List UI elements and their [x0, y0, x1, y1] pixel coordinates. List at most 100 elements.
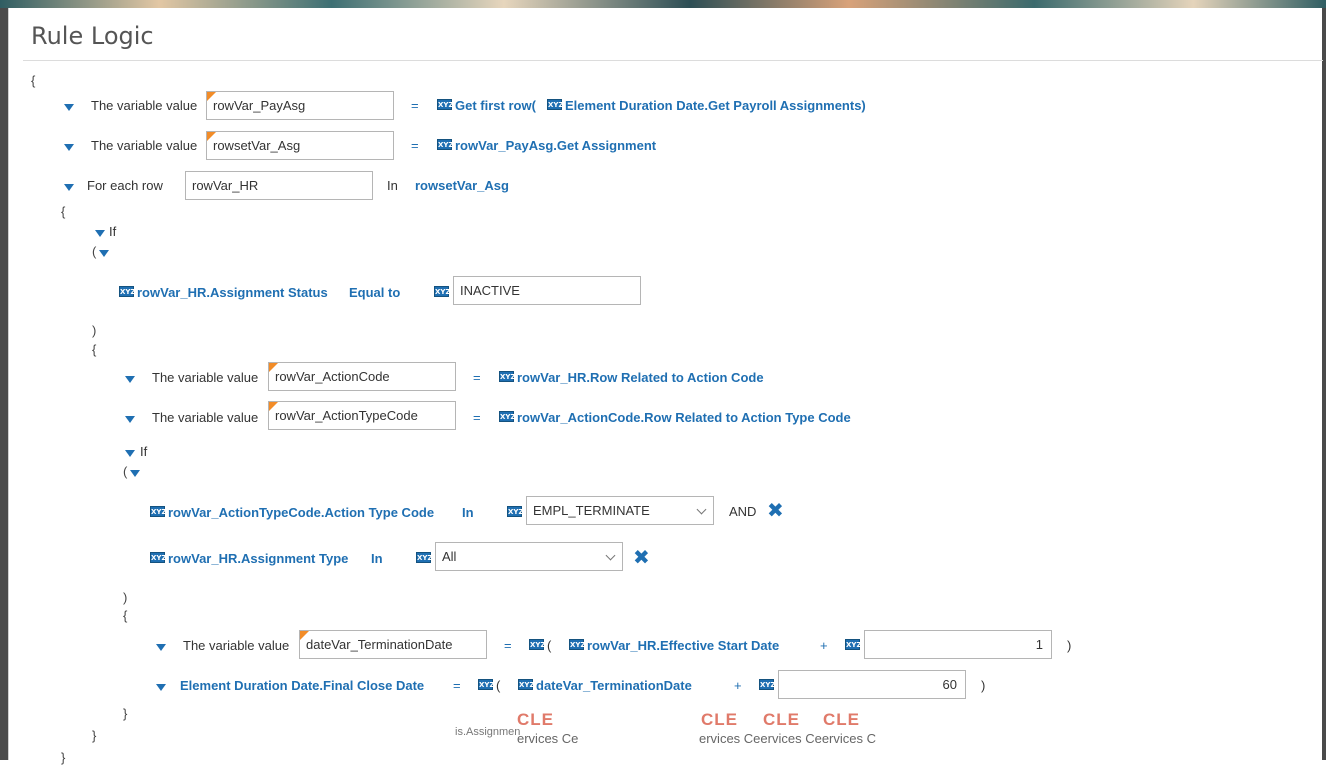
page-title: Rule Logic: [31, 22, 154, 50]
xyz-expression-icon[interactable]: XYZ: [437, 139, 454, 150]
xyz-expression-icon[interactable]: XYZ: [569, 639, 586, 650]
expression-link-r2[interactable]: rowVar_PayAsg.Get Assignment: [455, 138, 656, 153]
xyz-expression-icon[interactable]: XYZ: [150, 506, 167, 517]
collapse-toggle-r6[interactable]: [156, 684, 166, 691]
rule-logic-panel: Rule Logic { The variable value rowVar_P…: [8, 8, 1323, 765]
collapse-toggle-r2[interactable]: [64, 144, 74, 151]
collapse-toggle-if2-cond[interactable]: [130, 470, 140, 477]
watermark-logo: CLE: [763, 710, 800, 729]
xyz-expression-icon[interactable]: XYZ: [437, 99, 454, 110]
condition-lhs-link-if1[interactable]: rowVar_HR.Assignment Status: [137, 285, 328, 300]
remove-condition-icon[interactable]: ✖: [633, 548, 650, 568]
variable-value-label: The variable value: [152, 370, 259, 385]
loop-open-brace: {: [61, 204, 66, 219]
window-frame-left: [0, 0, 8, 760]
expression-link-r1b[interactable]: Element Duration Date.Get Payroll Assign…: [565, 98, 866, 113]
xyz-expression-icon[interactable]: XYZ: [518, 679, 535, 690]
expression-link-r5[interactable]: rowVar_HR.Effective Start Date: [587, 638, 779, 653]
window-frame-right: [1322, 0, 1326, 760]
if-label: If: [140, 444, 148, 459]
if2-open-brace: {: [123, 608, 128, 623]
variable-name-field-r1[interactable]: rowVar_PayAsg: [206, 91, 394, 120]
xyz-expression-icon[interactable]: XYZ: [499, 371, 516, 382]
variable-value-label: The variable value: [152, 410, 259, 425]
equals-sign: =: [473, 370, 481, 385]
if1-open-paren: (: [92, 244, 97, 259]
outer-open-brace: {: [31, 73, 36, 88]
loop-variable-field[interactable]: rowVar_HR: [185, 171, 373, 200]
if1-close-brace: }: [92, 728, 97, 743]
number-field-r5[interactable]: 1: [864, 630, 1052, 659]
collapse-toggle-r5[interactable]: [156, 644, 166, 651]
assignment-type-select[interactable]: All: [435, 542, 623, 571]
condition-lhs-link-if2-c2[interactable]: rowVar_HR.Assignment Type: [168, 551, 348, 566]
xyz-expression-icon[interactable]: XYZ: [416, 552, 433, 563]
if2-close-brace: }: [123, 706, 128, 721]
action-type-select[interactable]: EMPL_TERMINATE: [526, 496, 714, 525]
variable-value-label: The variable value: [91, 98, 198, 113]
variable-name-field-r5[interactable]: dateVar_TerminationDate: [299, 630, 487, 659]
variable-name-field-r3[interactable]: rowVar_ActionCode: [268, 362, 456, 391]
if1-open-brace: {: [92, 342, 97, 357]
in-operator[interactable]: In: [371, 551, 383, 566]
plus-sign: +: [734, 678, 742, 693]
expression-link-r6[interactable]: dateVar_TerminationDate: [536, 678, 692, 693]
variable-name-field-r4[interactable]: rowVar_ActionTypeCode: [268, 401, 456, 430]
if1-close-paren: ): [92, 323, 97, 338]
collapse-toggle-loop[interactable]: [64, 184, 74, 191]
watermark-logo: CLE: [823, 710, 860, 729]
watermark-logo: CLE: [517, 710, 554, 729]
variable-value-label: The variable value: [91, 138, 198, 153]
title-divider: [23, 60, 1323, 61]
variable-name-field-r2[interactable]: rowsetVar_Asg: [206, 131, 394, 160]
watermark-fragment: ervices Ceervices Ceervices C: [699, 731, 876, 746]
number-field-r6[interactable]: 60: [778, 670, 966, 699]
xyz-expression-icon[interactable]: XYZ: [547, 99, 564, 110]
select-value: EMPL_TERMINATE: [533, 503, 650, 518]
close-paren: ): [981, 678, 986, 693]
xyz-expression-icon[interactable]: XYZ: [119, 286, 136, 297]
expression-link-r3[interactable]: rowVar_HR.Row Related to Action Code: [517, 370, 764, 385]
xyz-expression-icon[interactable]: XYZ: [759, 679, 776, 690]
open-paren: (: [547, 638, 552, 653]
open-paren: (: [496, 678, 501, 693]
rowset-link[interactable]: rowsetVar_Asg: [415, 178, 509, 193]
xyz-expression-icon[interactable]: XYZ: [434, 286, 451, 297]
xyz-expression-icon[interactable]: XYZ: [150, 552, 167, 563]
expression-link-r1a[interactable]: Get first row(: [455, 98, 536, 113]
if-label: If: [109, 224, 117, 239]
equal-to-operator[interactable]: Equal to: [349, 285, 400, 300]
collapse-toggle-r4[interactable]: [125, 416, 135, 423]
for-each-row-label: For each row: [87, 178, 163, 193]
collapse-toggle-r1[interactable]: [64, 104, 74, 111]
equals-sign: =: [473, 410, 481, 425]
collapse-toggle-r3[interactable]: [125, 376, 135, 383]
xyz-expression-icon[interactable]: XYZ: [499, 411, 516, 422]
condition-value-field-if1[interactable]: INACTIVE: [453, 276, 641, 305]
in-label: In: [387, 178, 398, 193]
if2-open-paren: (: [123, 464, 128, 479]
target-link-r6[interactable]: Element Duration Date.Final Close Date: [180, 678, 424, 693]
collapse-toggle-if1[interactable]: [95, 230, 105, 237]
chevron-down-icon: [605, 550, 616, 561]
condition-lhs-link-if2-c1[interactable]: rowVar_ActionTypeCode.Action Type Code: [168, 505, 434, 520]
select-value: All: [442, 549, 457, 564]
close-paren: ): [1067, 638, 1072, 653]
watermark-fragment: ervices Ce: [517, 731, 579, 746]
in-operator[interactable]: In: [462, 505, 474, 520]
watermark-fragment: is.Assignmen: [455, 726, 521, 738]
plus-sign: +: [820, 638, 828, 653]
equals-sign: =: [453, 678, 461, 693]
xyz-expression-icon[interactable]: XYZ: [478, 679, 495, 690]
xyz-expression-icon[interactable]: XYZ: [529, 639, 546, 650]
expression-link-r4[interactable]: rowVar_ActionCode.Row Related to Action …: [517, 410, 851, 425]
remove-condition-icon[interactable]: ✖: [767, 501, 784, 521]
equals-sign: =: [411, 138, 419, 153]
if2-close-paren: ): [123, 590, 128, 605]
collapse-toggle-if2[interactable]: [125, 450, 135, 457]
equals-sign: =: [411, 98, 419, 113]
xyz-expression-icon[interactable]: XYZ: [507, 506, 524, 517]
loop-close-brace: }: [61, 750, 66, 765]
xyz-expression-icon[interactable]: XYZ: [845, 639, 862, 650]
collapse-toggle-if1-cond[interactable]: [99, 250, 109, 257]
